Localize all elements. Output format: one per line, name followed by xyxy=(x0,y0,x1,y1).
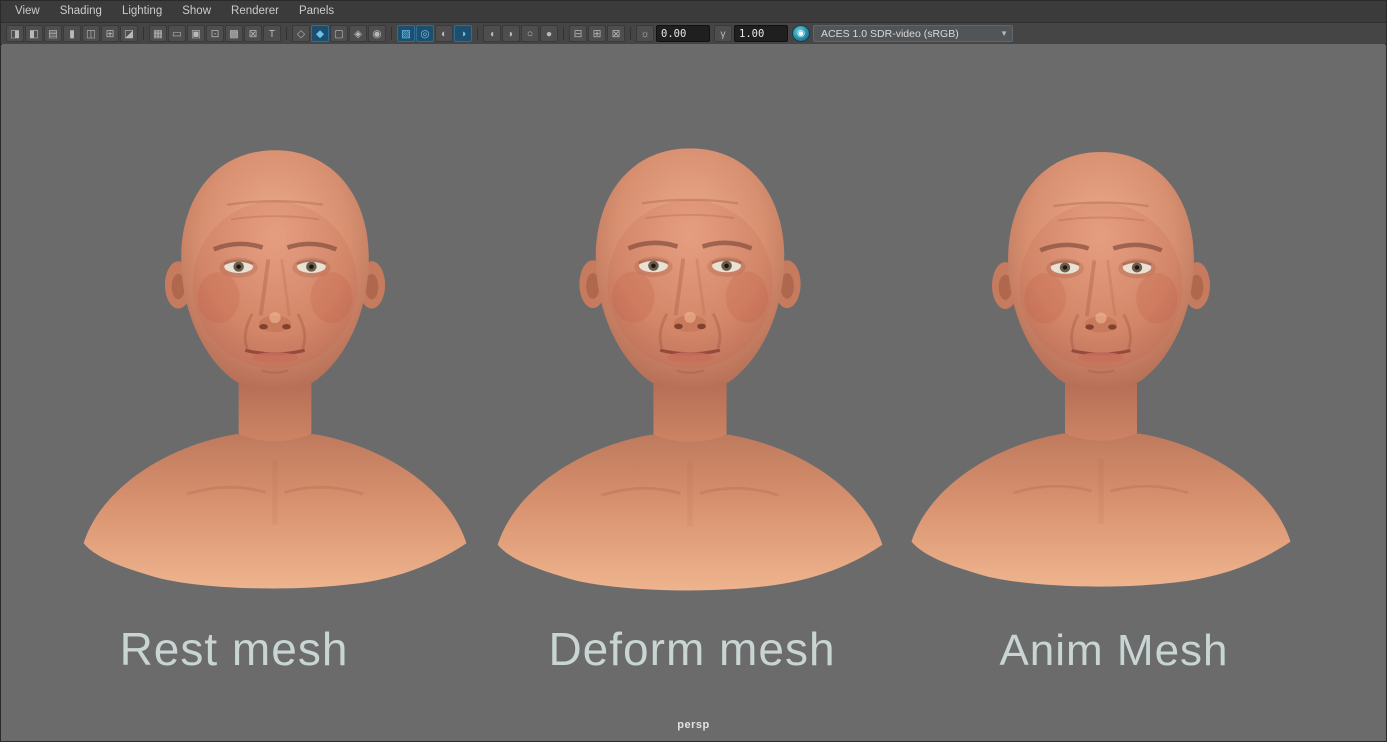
grease-pencil-icon[interactable]: ◪ xyxy=(120,25,138,42)
safe-title-icon[interactable]: T xyxy=(263,25,281,42)
mesh-label-anim: Anim Mesh xyxy=(944,626,1284,684)
anim-mesh-model[interactable] xyxy=(902,134,1300,594)
wireframe-icon[interactable]: ◇ xyxy=(292,25,310,42)
chevron-down-icon: ▼ xyxy=(1000,29,1008,38)
menu-show[interactable]: Show xyxy=(172,1,221,22)
mesh-label-rest: Rest mesh xyxy=(64,622,404,680)
panel-menu-bar: View Shading Lighting Show Renderer Pane… xyxy=(1,1,1386,23)
frame-all-icon[interactable]: ⊟ xyxy=(569,25,587,42)
camera-name-label: persp xyxy=(2,719,1385,731)
mesh-label-deform: Deform mesh xyxy=(522,622,862,680)
film-gate-icon[interactable]: ▭ xyxy=(168,25,186,42)
toolbar-separator xyxy=(563,27,564,40)
color-space-label: ACES 1.0 SDR-video (sRGB) xyxy=(821,28,959,40)
gamma-icon[interactable]: γ xyxy=(714,25,732,42)
gamma-input[interactable] xyxy=(734,25,788,42)
bookmarks-icon[interactable]: ▮ xyxy=(63,25,81,42)
safe-action-icon[interactable]: ⊠ xyxy=(244,25,262,42)
xray-joints-icon[interactable]: ◗ xyxy=(502,25,520,42)
occlusion-icon[interactable]: ◑ xyxy=(454,25,472,42)
isolate-select-icon[interactable]: ○ xyxy=(521,25,539,42)
smooth-shade-icon[interactable]: ◆ xyxy=(311,25,329,42)
textured-icon[interactable]: ◈ xyxy=(349,25,367,42)
camera-attributes-icon[interactable]: ▤ xyxy=(44,25,62,42)
lights-icon[interactable]: ◎ xyxy=(416,25,434,42)
pan-zoom-icon[interactable]: ⊞ xyxy=(101,25,119,42)
color-management-icon[interactable]: ◉ xyxy=(792,25,810,42)
select-camera-icon[interactable]: ◨ xyxy=(6,25,24,42)
field-chart-icon[interactable]: ▩ xyxy=(225,25,243,42)
menu-panels[interactable]: Panels xyxy=(289,1,344,22)
toolbar-separator xyxy=(286,27,287,40)
image-plane-toggle-icon[interactable]: ⊠ xyxy=(607,25,625,42)
menu-renderer[interactable]: Renderer xyxy=(221,1,289,22)
rest-mesh-model[interactable] xyxy=(74,132,476,596)
exposure-input[interactable] xyxy=(656,25,710,42)
toolbar-separator xyxy=(143,27,144,40)
deform-mesh-model[interactable] xyxy=(488,130,892,598)
maya-viewport-panel: View Shading Lighting Show Renderer Pane… xyxy=(0,0,1387,742)
checker-texture-icon[interactable]: ▨ xyxy=(397,25,415,42)
lock-camera-icon[interactable]: ◧ xyxy=(25,25,43,42)
use-all-lights-icon[interactable]: ◉ xyxy=(368,25,386,42)
exposure-icon[interactable]: ☼ xyxy=(636,25,654,42)
menu-shading[interactable]: Shading xyxy=(50,1,112,22)
menu-lighting[interactable]: Lighting xyxy=(112,1,172,22)
toolbar-separator xyxy=(630,27,631,40)
bounding-box-icon[interactable]: ▢ xyxy=(330,25,348,42)
frame-selection-icon[interactable]: ⊞ xyxy=(588,25,606,42)
resolution-gate-icon[interactable]: ▣ xyxy=(187,25,205,42)
color-space-dropdown[interactable]: ACES 1.0 SDR-video (sRGB) ▼ xyxy=(813,25,1013,42)
viewport-3d[interactable]: Rest mesh Deform mesh Anim Mesh persp xyxy=(2,44,1385,740)
image-plane-icon[interactable]: ◫ xyxy=(82,25,100,42)
grid-icon[interactable]: ▦ xyxy=(149,25,167,42)
menu-view[interactable]: View xyxy=(5,1,50,22)
shadows-icon[interactable]: ◐ xyxy=(435,25,453,42)
xray-icon[interactable]: ◖ xyxy=(483,25,501,42)
panel-toolbar: ◨ ◧ ▤ ▮ ◫ ⊞ ◪ ▦ ▭ ▣ ⊡ ▩ ⊠ T ◇ ◆ ▢ ◈ ◉ ▨ … xyxy=(1,23,1386,45)
gate-mask-icon[interactable]: ⊡ xyxy=(206,25,224,42)
default-material-icon[interactable]: ● xyxy=(540,25,558,42)
toolbar-separator xyxy=(477,27,478,40)
toolbar-separator xyxy=(391,27,392,40)
